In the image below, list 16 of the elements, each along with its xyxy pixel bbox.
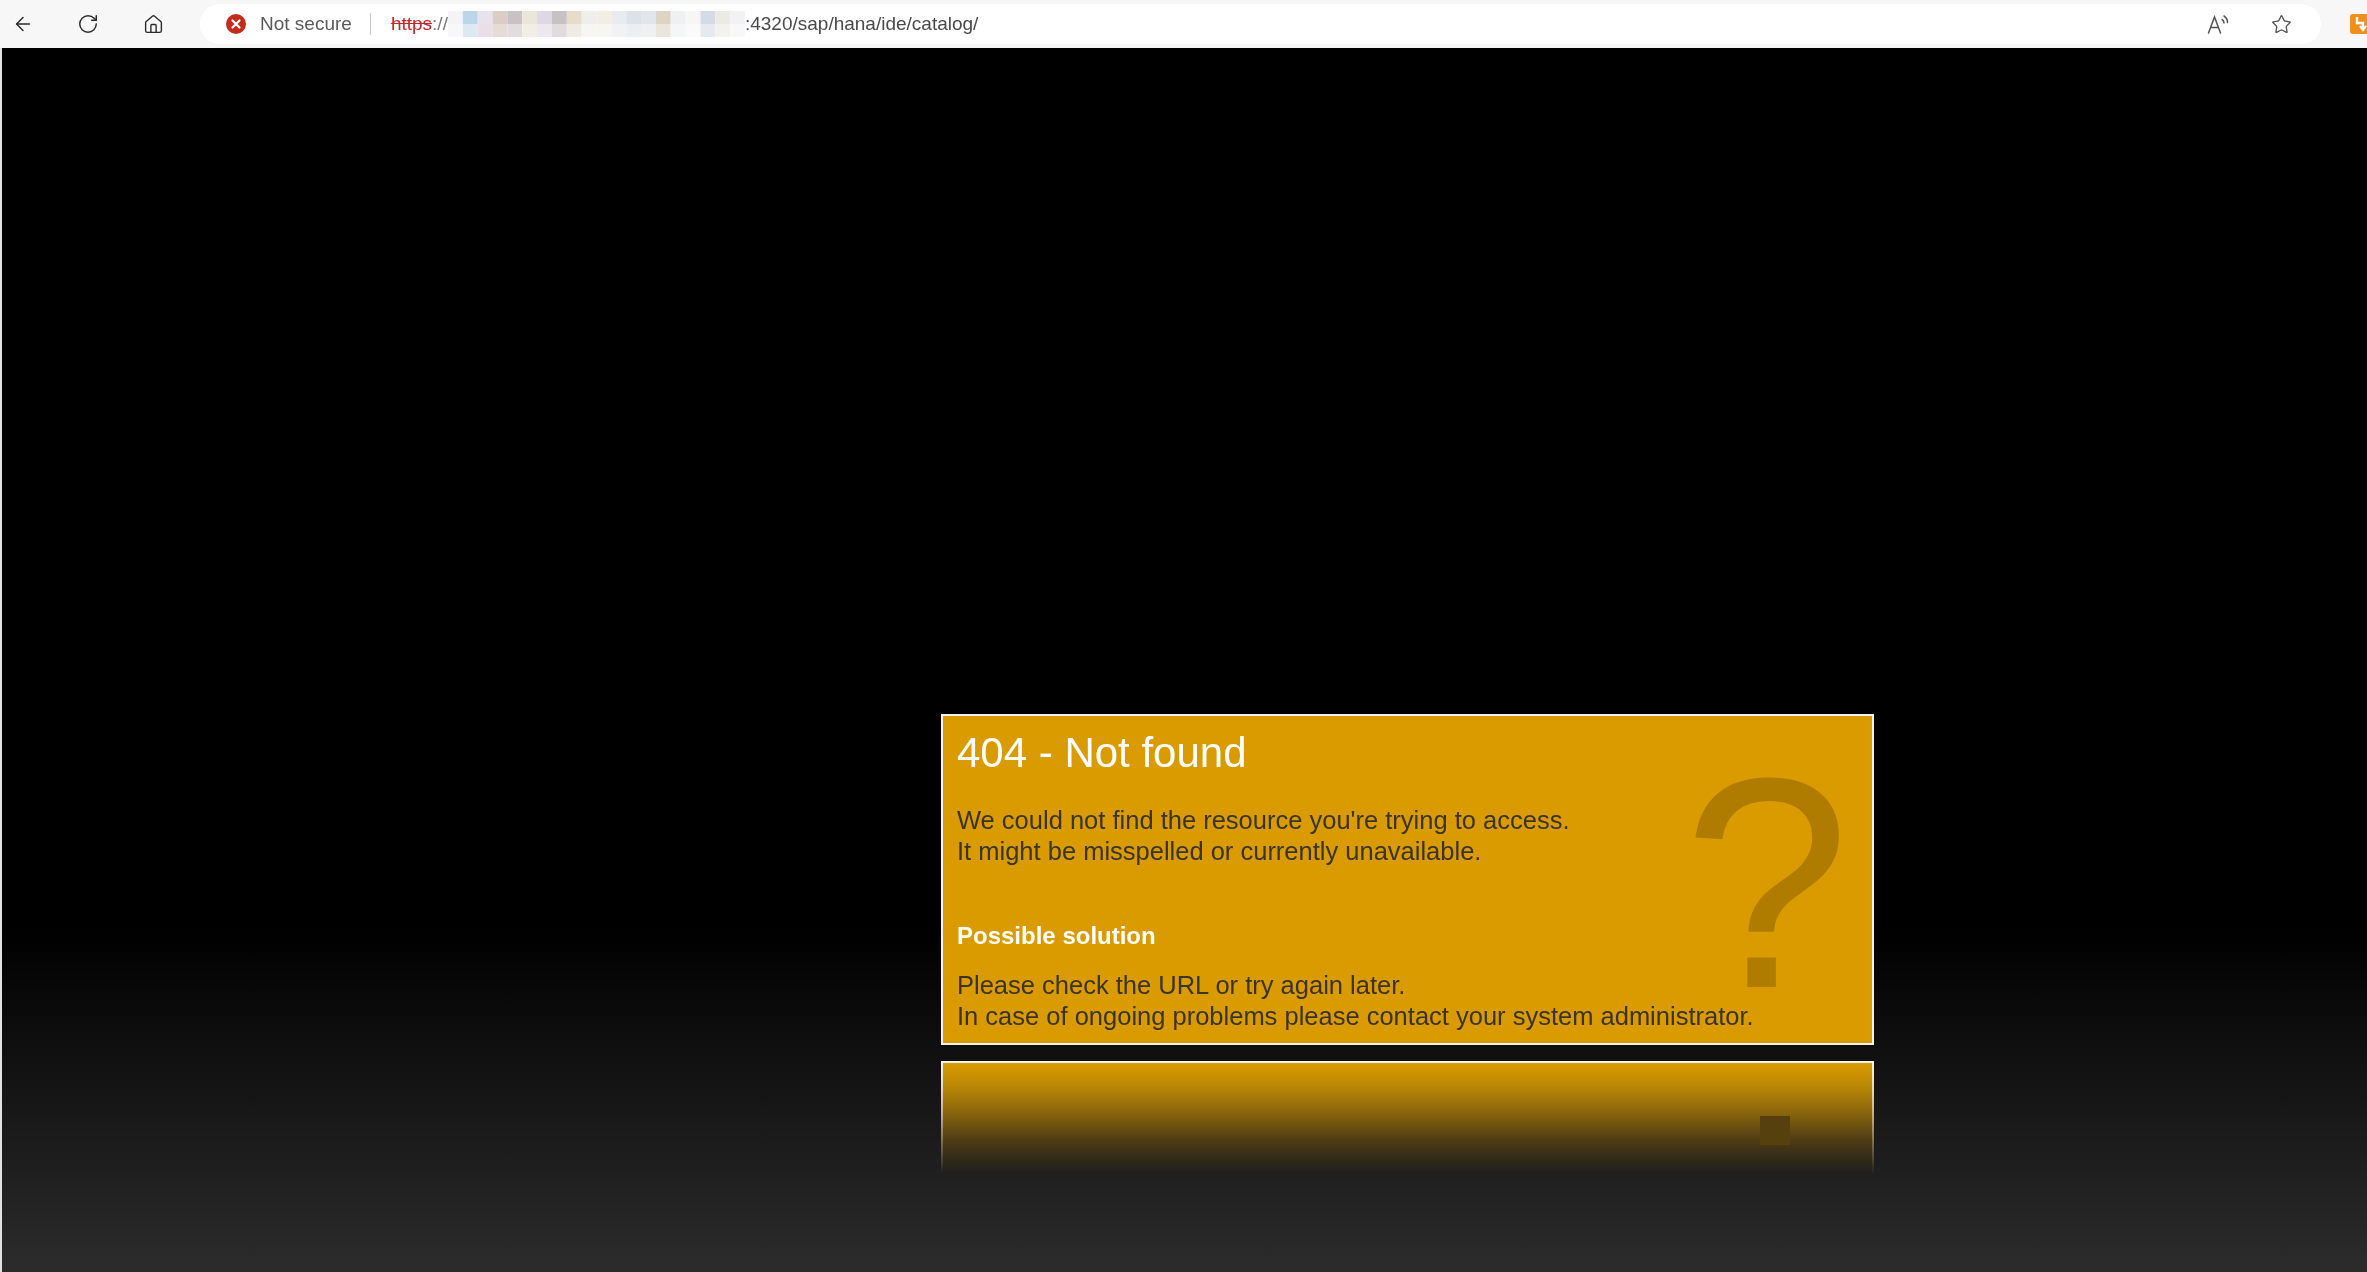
url-path: :4320/sap/hana/ide/catalog/ xyxy=(744,13,979,35)
message-text: It might be misspelled or currently unavailable. xyxy=(957,836,1483,867)
favorite-star-icon[interactable] xyxy=(2271,13,2292,35)
solution-heading: Possible solution xyxy=(957,921,1157,951)
error-icon xyxy=(226,14,246,34)
solution-text: In case of ongoing problems please contact your system administrator. xyxy=(957,1001,1755,1032)
question-mark-symbol: ? xyxy=(1683,771,1850,996)
read-aloud-icon[interactable] xyxy=(2207,14,2229,34)
solution-text: Please check the URL or try again later. xyxy=(957,970,1407,1001)
message-text: We could not find the resource you're trying to access. xyxy=(957,805,1571,836)
refresh-icon[interactable] xyxy=(77,13,99,35)
error-title: 404 - Not found xyxy=(957,729,1248,777)
address-bar[interactable]: Not secure https:// :4320/sap/hana/ide/catalog/ xyxy=(200,4,2321,44)
url-scheme: https:// xyxy=(390,13,448,35)
not-secure-button[interactable]: Not secure xyxy=(226,13,352,35)
home-icon[interactable] xyxy=(142,13,164,35)
